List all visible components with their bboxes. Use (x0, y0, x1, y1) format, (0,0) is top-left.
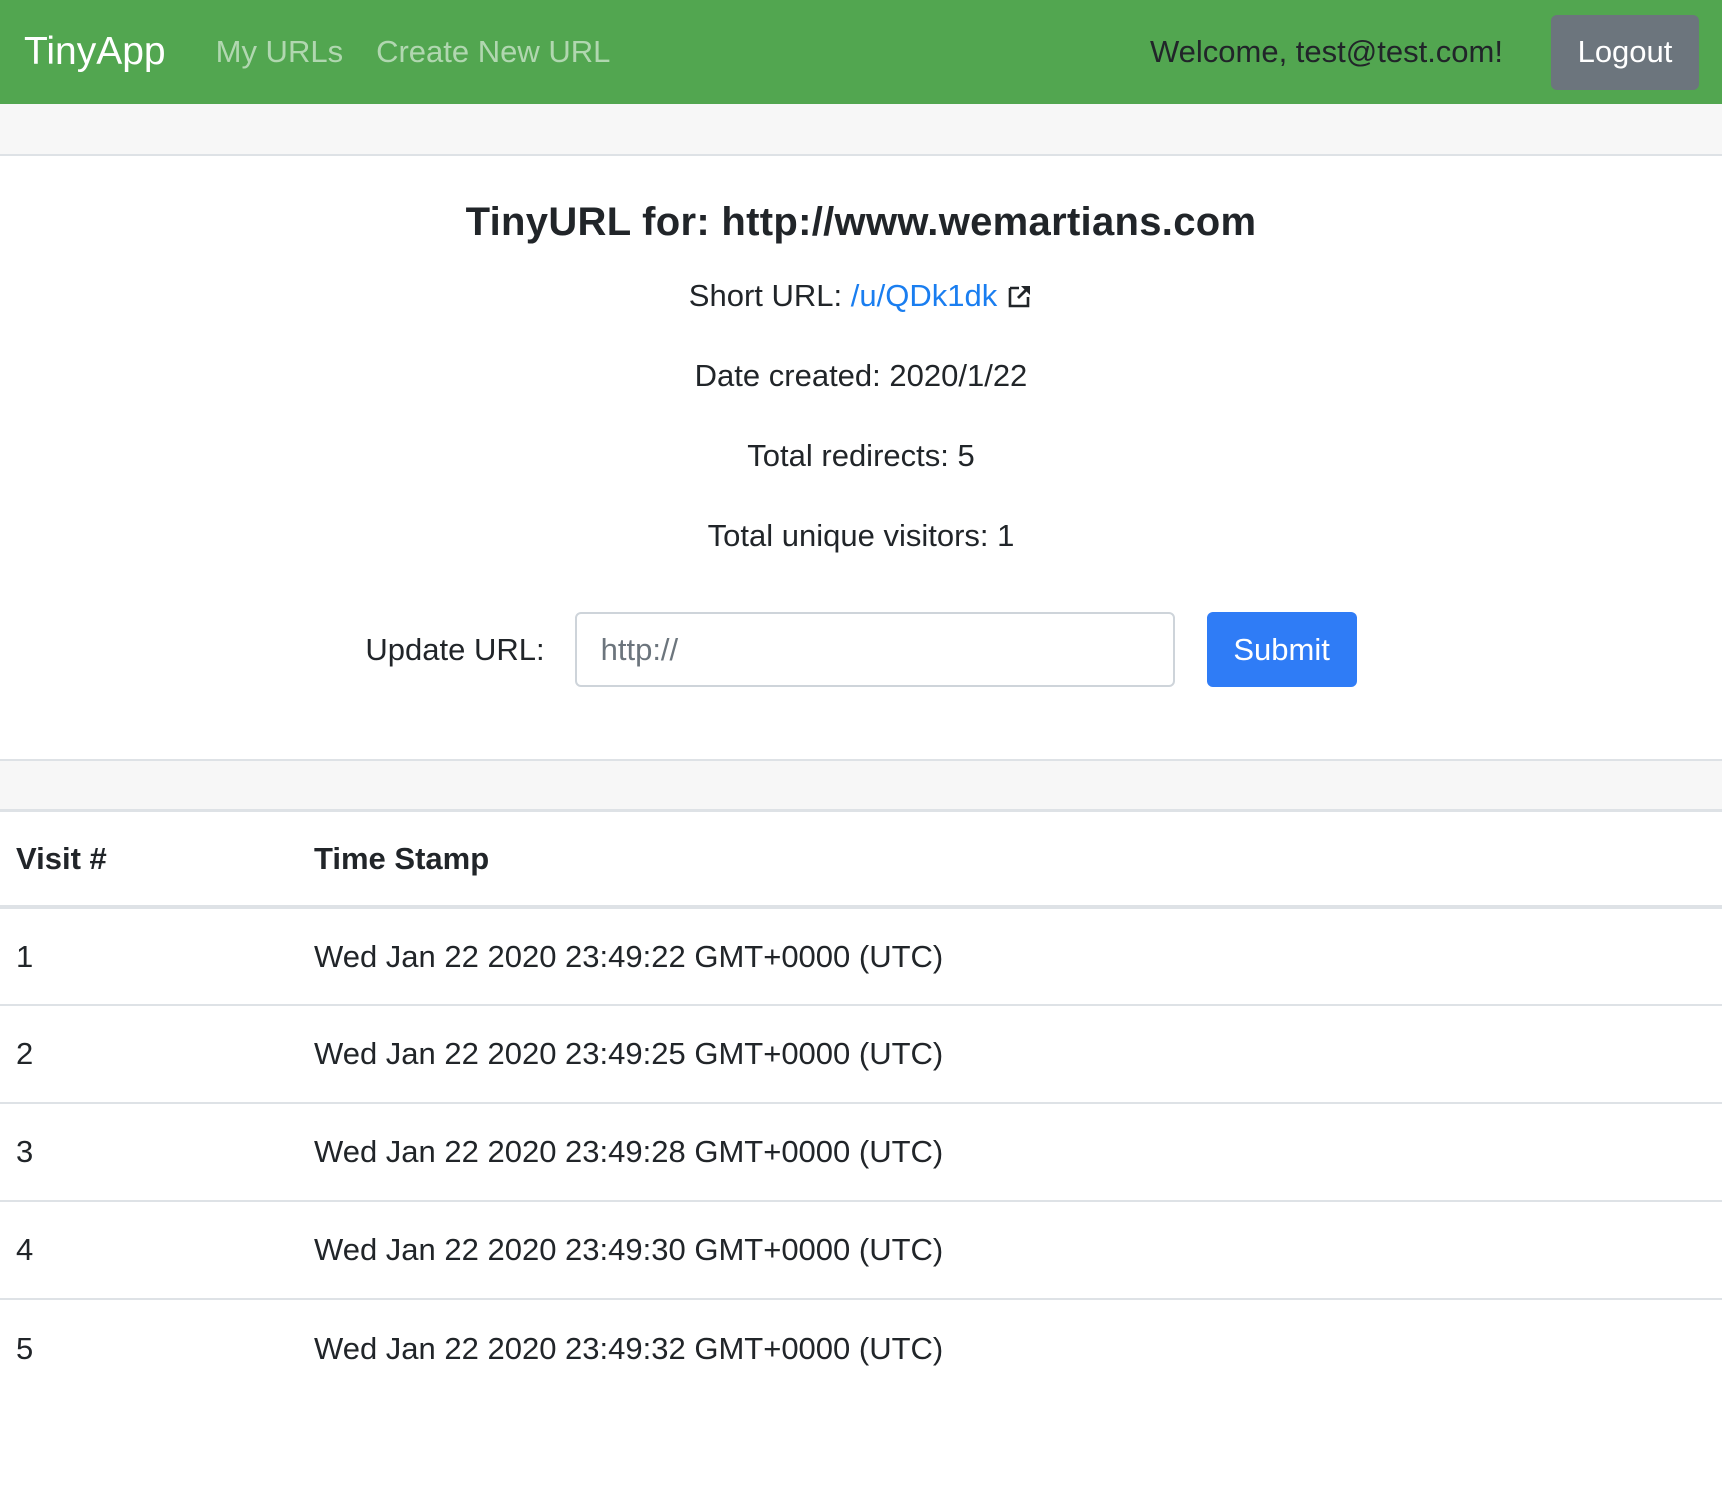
nav-create-new-url[interactable]: Create New URL (376, 34, 610, 70)
navbar: TinyApp My URLs Create New URL Welcome, … (0, 0, 1722, 104)
column-header-timestamp: Time Stamp (298, 812, 1722, 909)
visits-table: Visit # Time Stamp 1 Wed Jan 22 2020 23:… (0, 812, 1722, 1397)
submit-button[interactable]: Submit (1206, 612, 1357, 687)
date-created: Date created: 2020/1/22 (694, 358, 1028, 393)
table-row: 1 Wed Jan 22 2020 23:49:22 GMT+0000 (UTC… (0, 907, 1722, 1006)
visit-number: 4 (0, 1201, 298, 1300)
short-url-link[interactable]: /u/QDk1dk (851, 278, 997, 313)
short-url-label: Short URL: (688, 278, 843, 313)
visit-timestamp: Wed Jan 22 2020 23:49:28 GMT+0000 (UTC) (298, 1103, 1722, 1202)
logout-button[interactable]: Logout (1551, 14, 1699, 90)
visit-timestamp: Wed Jan 22 2020 23:49:30 GMT+0000 (UTC) (298, 1201, 1722, 1300)
unique-visitors: Total unique visitors: 1 (707, 518, 1015, 553)
visit-number: 2 (0, 1005, 298, 1104)
visit-number: 1 (0, 907, 298, 1006)
update-url-label: Update URL: (365, 631, 545, 667)
update-url-form: Update URL: Submit (0, 612, 1722, 759)
visit-timestamp: Wed Jan 22 2020 23:49:32 GMT+0000 (UTC) (314, 1330, 944, 1366)
table-header-row: Visit # Time Stamp (0, 812, 1722, 909)
visit-number: 5 (16, 1330, 34, 1366)
external-link-icon[interactable] (1007, 283, 1033, 309)
visit-number: 3 (0, 1103, 298, 1202)
visit-timestamp: Wed Jan 22 2020 23:49:22 GMT+0000 (UTC) (298, 907, 1722, 1006)
card-header-band (0, 104, 1722, 156)
table-row: 4 Wed Jan 22 2020 23:49:30 GMT+0000 (UTC… (0, 1201, 1722, 1300)
table-row: 2 Wed Jan 22 2020 23:49:25 GMT+0000 (UTC… (0, 1005, 1722, 1104)
brand-link[interactable]: TinyApp (24, 30, 166, 74)
url-details-card: TinyURL for: http://www.wemartians.com S… (0, 156, 1722, 761)
short-url-line: Short URL: /u/QDk1dk (0, 278, 1722, 314)
table-row: 3 Wed Jan 22 2020 23:49:28 GMT+0000 (UTC… (0, 1103, 1722, 1202)
page-title: TinyURL for: http://www.wemartians.com (465, 200, 1257, 244)
table-row: 5 Wed Jan 22 2020 23:49:32 GMT+0000 (UTC… (0, 1299, 1722, 1397)
total-redirects: Total redirects: 5 (747, 438, 975, 473)
navbar-right: Welcome, test@test.com! Logout (1149, 14, 1699, 90)
card-footer-band (0, 761, 1722, 812)
update-url-input[interactable] (574, 612, 1175, 687)
welcome-text: Welcome, test@test.com! (1149, 34, 1503, 69)
visit-timestamp: Wed Jan 22 2020 23:49:25 GMT+0000 (UTC) (298, 1005, 1722, 1104)
column-header-visit: Visit # (0, 812, 298, 909)
nav-my-urls[interactable]: My URLs (216, 34, 343, 70)
